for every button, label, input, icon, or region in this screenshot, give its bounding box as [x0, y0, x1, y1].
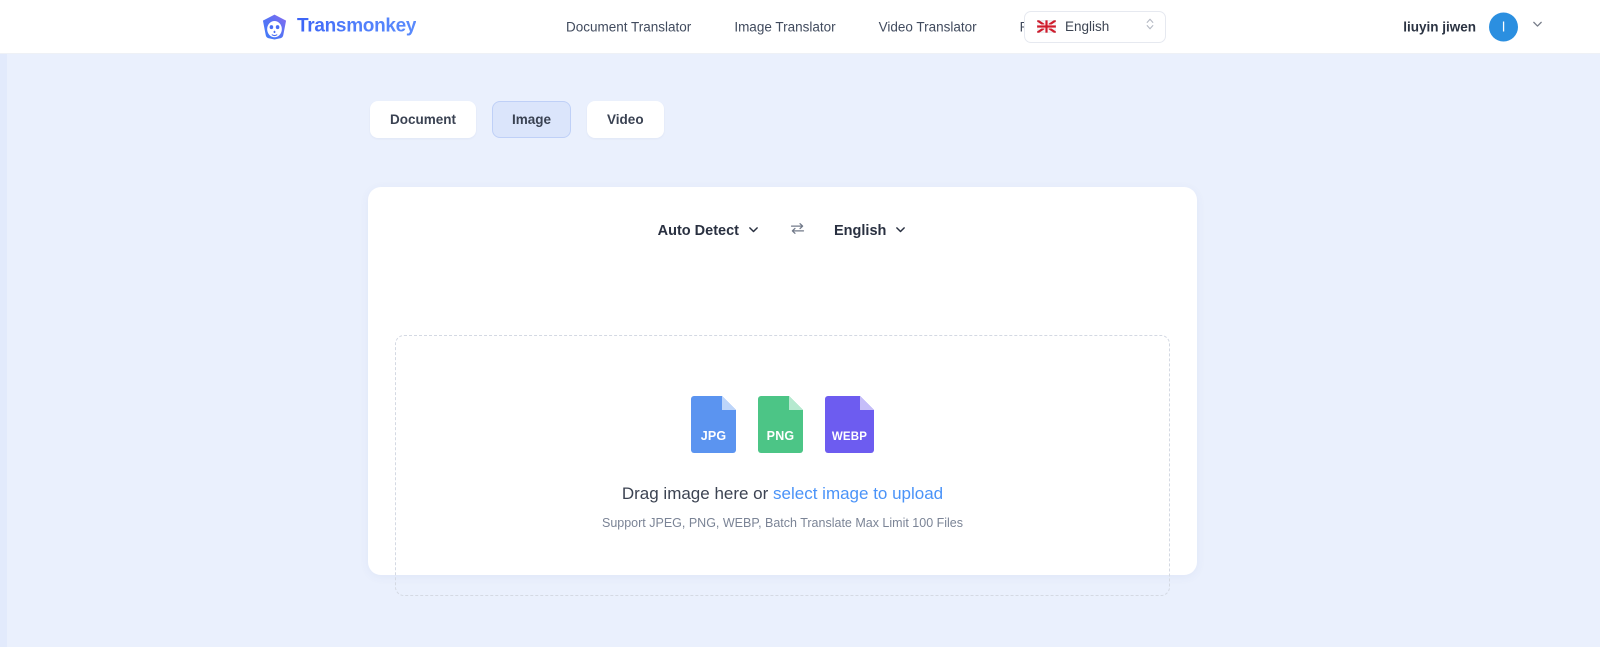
dropzone-prompt: Drag image here or select image to uploa…: [622, 484, 943, 504]
webp-file-icon: WEBP: [825, 396, 874, 453]
language-bar: Auto Detect English: [368, 220, 1197, 242]
target-language-dropdown[interactable]: English: [834, 223, 907, 240]
image-dropzone[interactable]: JPG PNG WEBP Drag image here or select i…: [395, 335, 1170, 596]
up-down-chevron-icon: [1145, 16, 1155, 37]
ui-language-selector[interactable]: English: [1024, 10, 1166, 43]
brand-logo-link[interactable]: Transmonkey: [261, 13, 417, 40]
chevron-down-icon: [894, 223, 907, 240]
uk-flag-icon: [1037, 20, 1056, 33]
webp-file-label: WEBP: [831, 431, 868, 443]
jpg-file-icon: JPG: [691, 396, 736, 453]
nav-item-video-translator[interactable]: Video Translator: [879, 19, 977, 34]
avatar[interactable]: l: [1489, 12, 1518, 41]
target-language-label: English: [834, 223, 887, 239]
ui-language-value: English: [1065, 19, 1110, 34]
brand-name: Transmonkey: [297, 15, 417, 37]
tab-image[interactable]: Image: [492, 101, 572, 138]
swap-arrows-icon: [789, 220, 806, 242]
dropzone-support-text: Support JPEG, PNG, WEBP, Batch Translate…: [601, 516, 964, 530]
dropzone-prompt-prefix: Drag image here or: [621, 484, 774, 503]
jpg-file-label: JPG: [700, 429, 727, 443]
translator-card: Auto Detect English JPG PNG WEBP Drag im…: [368, 187, 1197, 596]
source-language-dropdown[interactable]: Auto Detect: [658, 223, 760, 240]
nav-item-document-translator[interactable]: Document Translator: [566, 19, 691, 34]
user-menu[interactable]: liuyin jiwen l: [1403, 12, 1544, 41]
translator-type-tabs: Document Image Video: [370, 101, 664, 138]
user-name: liuyin jiwen: [1403, 19, 1476, 34]
nav-item-image-translator[interactable]: Image Translator: [734, 19, 835, 34]
left-rail: [0, 54, 7, 647]
tab-video[interactable]: Video: [587, 101, 664, 138]
source-language-label: Auto Detect: [657, 223, 739, 239]
select-image-to-upload-link[interactable]: select image to upload: [773, 484, 943, 503]
png-file-label: PNG: [766, 429, 795, 443]
swap-languages-button[interactable]: [786, 220, 808, 242]
page-body: Document Image Video Auto Detect English…: [0, 54, 1600, 647]
monkey-logo-icon: [261, 13, 288, 40]
site-header: Transmonkey Document Translator Image Tr…: [0, 0, 1600, 54]
tab-document[interactable]: Document: [370, 101, 477, 138]
chevron-down-icon: [1531, 18, 1544, 36]
chevron-down-icon: [747, 223, 760, 240]
main-navigation: Document Translator Image Translator Vid…: [566, 19, 1061, 34]
supported-file-type-icons: JPG PNG WEBP: [691, 396, 874, 453]
png-file-icon: PNG: [758, 396, 803, 453]
